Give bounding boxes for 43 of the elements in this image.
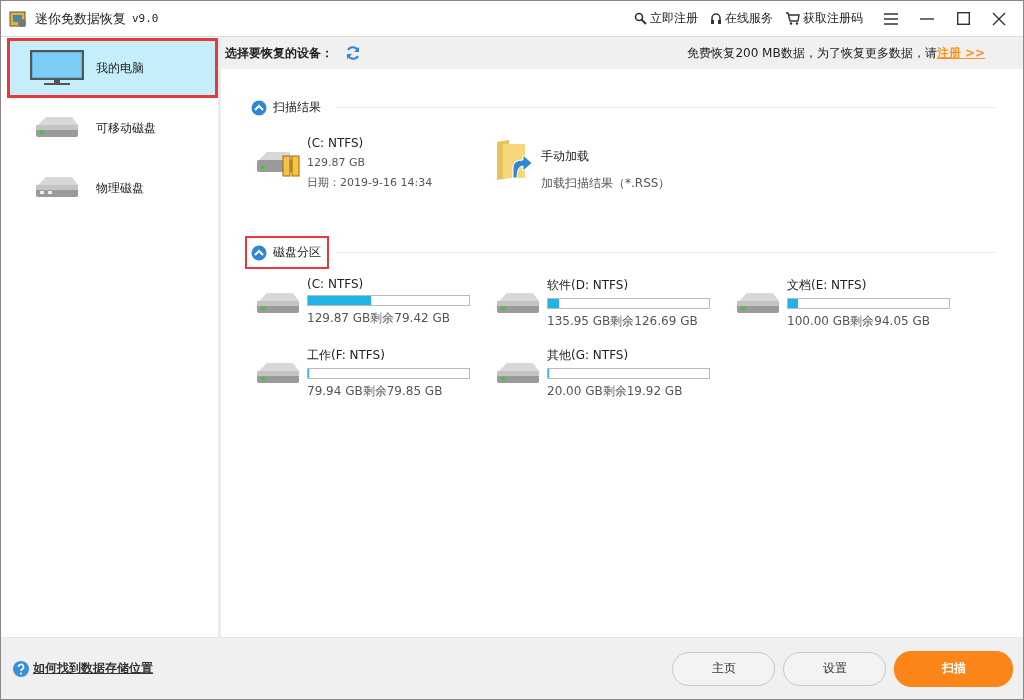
cart-link[interactable]: 获取注册码 <box>785 10 863 27</box>
partition-size: 100.00 GB剩余94.05 GB <box>787 313 932 330</box>
sidebar-item[interactable]: 我的电脑 <box>7 38 218 98</box>
free-recovery-notice: 免费恢复200 MB数据，为了恢复更多数据，请注册 >> <box>687 44 985 62</box>
partition-size: 135.95 GB剩余126.69 GB <box>547 313 699 330</box>
footer-button[interactable]: 主页 <box>672 651 775 686</box>
minimize-icon[interactable] <box>920 17 934 20</box>
sidebar-item[interactable]: 可移动磁盘 <box>7 98 218 158</box>
collapse-icon <box>251 244 267 261</box>
footer-button[interactable]: 设置 <box>783 651 886 686</box>
menu-icon[interactable] <box>884 12 898 25</box>
load-scan-result-hint: 加载扫描结果（*.RSS） <box>541 175 671 192</box>
collapse-icon <box>251 99 267 116</box>
section-header[interactable]: 扫描结果 <box>245 91 329 124</box>
headset-icon <box>710 11 722 26</box>
section-header[interactable]: 磁盘分区 <box>245 236 329 269</box>
refresh-icon[interactable] <box>345 45 361 61</box>
help-icon[interactable] <box>13 660 29 677</box>
help-link[interactable]: 如何找到数据存储位置 <box>33 660 153 677</box>
close-icon[interactable] <box>992 11 1006 26</box>
partition-name: 软件(D: NTFS) <box>547 277 630 294</box>
scan-result-size: 129.87 GB <box>307 156 367 169</box>
partition-name: 其他(G: NTFS) <box>547 347 630 364</box>
scan-result-name: (C: NTFS) <box>307 136 365 150</box>
scan-result-date: 日期：2019-9-16 14:34 <box>307 175 433 190</box>
partition-name: 工作(F: NTFS) <box>307 347 386 364</box>
window-title: 迷你免数据恢复 <box>35 9 126 28</box>
sidebar-item[interactable]: 物理磁盘 <box>7 158 218 218</box>
partition-size: 129.87 GB剩余79.42 GB <box>307 310 452 327</box>
manual-load-label[interactable]: 手动加载 <box>541 148 671 165</box>
version-label: v9.0 <box>132 12 159 25</box>
select-device-label: 选择要恢复的设备： <box>225 44 333 62</box>
partition-size: 20.00 GB剩余19.92 GB <box>547 383 684 400</box>
folder-shortcut-icon[interactable] <box>495 138 535 182</box>
monitor-icon <box>30 50 84 86</box>
register-link[interactable]: 立即注册 <box>634 10 698 27</box>
partition-size: 79.94 GB剩余79.85 GB <box>307 383 444 400</box>
partition-name: (C: NTFS) <box>307 277 365 291</box>
partition-name: 文档(E: NTFS) <box>787 277 868 294</box>
cart-icon <box>785 12 800 25</box>
maximize-icon[interactable] <box>956 12 970 25</box>
service-link[interactable]: 在线服务 <box>710 10 773 27</box>
app-logo-icon <box>9 9 27 28</box>
